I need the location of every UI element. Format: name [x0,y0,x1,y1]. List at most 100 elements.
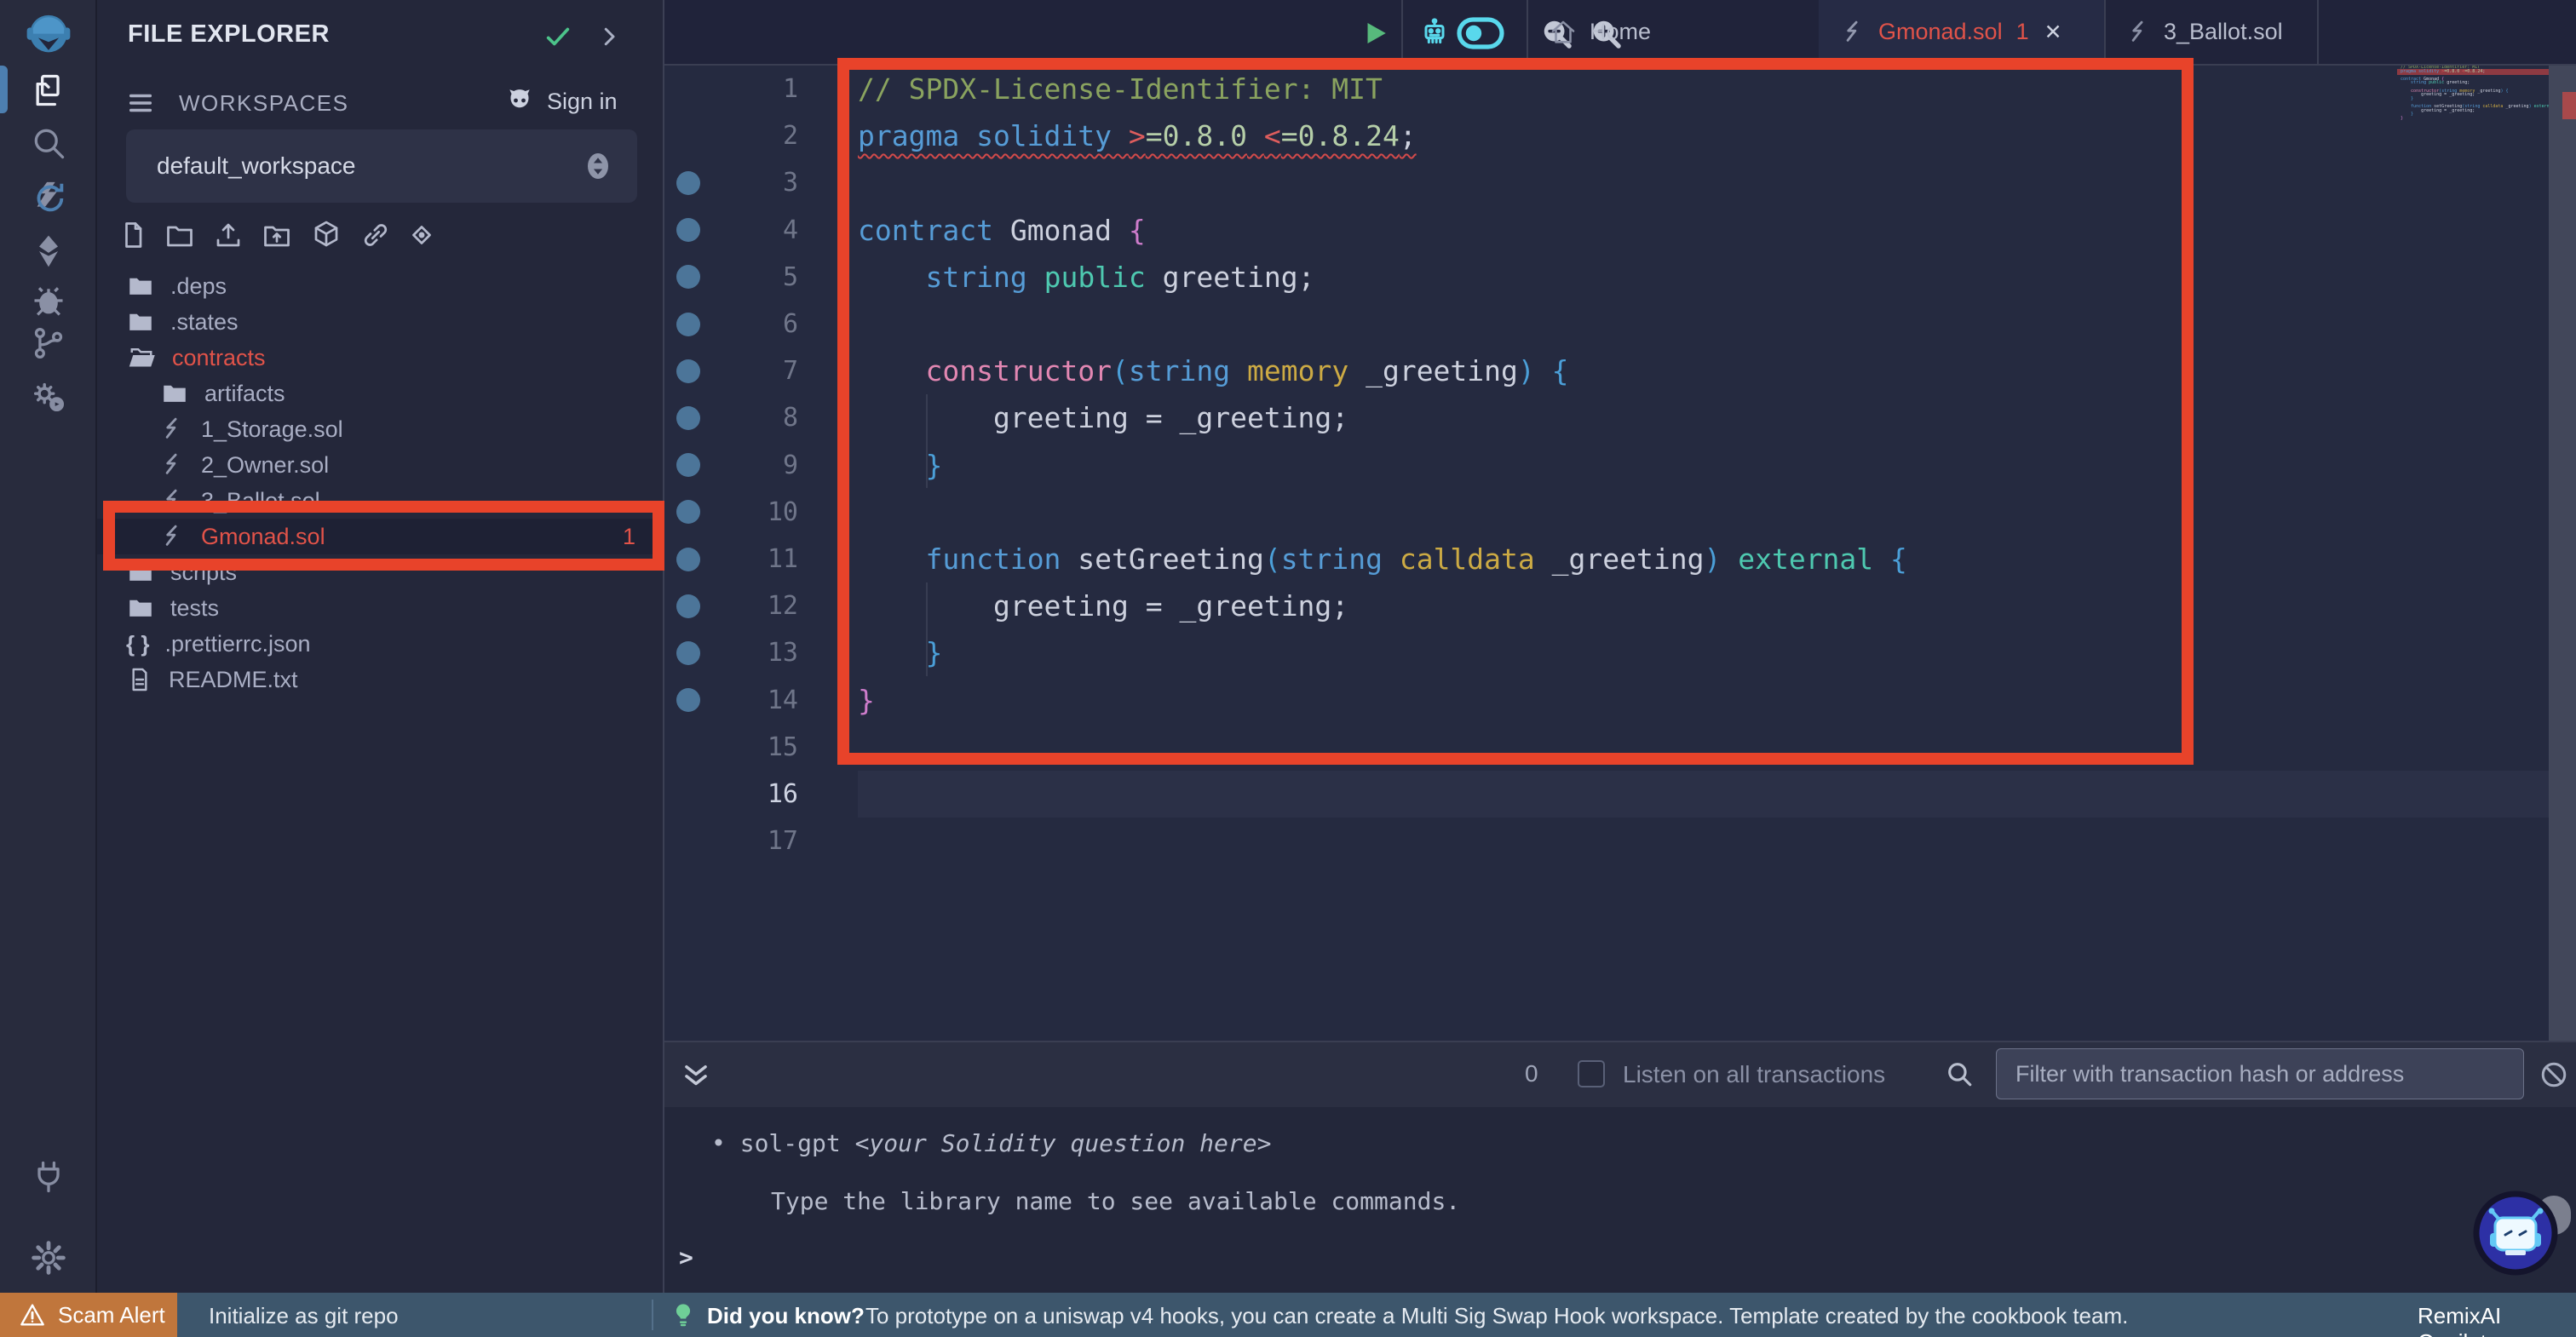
listen-all-checkbox[interactable] [1578,1060,1605,1087]
github-icon[interactable] [504,85,535,116]
code-line-11: function setGreeting(string calldata _gr… [858,536,1907,582]
upload-folder-icon[interactable] [262,220,292,250]
tree-item-contracts[interactable]: contracts [97,340,664,376]
tab-label: 3_Ballot.sol [2164,19,2283,45]
copilot-status[interactable]: RemixAI Copilot (enabled) [2418,1303,2576,1337]
sign-in-button[interactable]: Sign in [547,89,618,115]
new-file-icon[interactable] [118,220,148,250]
clone-git-icon[interactable] [406,220,437,250]
tree-item-.states[interactable]: .states [97,304,664,340]
gutter-dot[interactable] [676,548,700,571]
tree-item-label: artifacts [204,381,285,407]
run-script-button[interactable] [1360,19,1389,48]
tree-item-.deps[interactable]: .deps [97,268,664,304]
line-number[interactable]: 16 [664,771,809,818]
activity-settings[interactable] [0,1239,97,1277]
tab-label: Home [1590,19,1651,45]
line-number[interactable]: 15 [664,724,809,771]
gutter-dot[interactable] [676,218,700,242]
gutter-dot[interactable] [676,171,700,195]
tree-item-Gmonad.sol[interactable]: Gmonad.sol1 [97,519,664,554]
tree-item-tests[interactable]: tests [97,590,664,626]
tree-item-README.txt[interactable]: README.txt [97,662,664,697]
current-line-highlight [858,771,2549,818]
line-number[interactable]: 2 [664,112,809,159]
tree-item-.prettierrc.json[interactable]: { }.prettierrc.json [97,626,664,662]
tab-3_Ballot.sol[interactable]: 3_Ballot.sol [2104,0,2317,64]
plugin-manager-icon [29,377,68,416]
activity-debugger[interactable] [0,282,97,319]
did-you-know-label: Did you know? [707,1303,865,1329]
file-lines-icon [126,666,153,693]
search-icon [1945,1059,1974,1088]
scrollbar-track[interactable] [2549,66,2576,1041]
code-line-2: pragma solidity >=0.8.0 <=0.8.24; [858,112,1417,159]
code-line-5: string public greeting; [858,254,1314,301]
solidity-compiler-icon [29,179,68,218]
activity-search[interactable] [0,124,97,162]
tree-item-scripts[interactable]: scripts [97,554,664,590]
line-number[interactable]: 17 [664,818,809,864]
copilot-toggle[interactable] [1457,17,1504,49]
tree-item-artifacts[interactable]: artifacts [97,376,664,411]
publish-ipfs-icon[interactable] [311,220,342,250]
line-number[interactable]: 1 [664,66,809,112]
close-tab-icon[interactable]: ✕ [2044,20,2062,45]
statusbar-separator [652,1300,653,1330]
tree-item-label: Gmonad.sol [201,524,325,550]
transaction-filter-input[interactable] [1996,1048,2524,1099]
tree-item-3_Ballot.sol[interactable]: 3_Ballot.sol [97,483,664,519]
terminal-output[interactable]: • sol-gpt <your Solidity question here>T… [664,1107,2576,1293]
tab-Gmonad.sol[interactable]: Gmonad.sol1✕ [1819,0,2104,64]
git-init-button[interactable]: Initialize as git repo [209,1303,399,1329]
upload-file-icon[interactable] [213,220,244,250]
indent-guide [926,394,928,488]
activity-solidity-compiler[interactable] [0,179,97,218]
tree-item-label: .prettierrc.json [164,631,310,657]
activity-plugin-manager[interactable] [0,377,97,416]
link-icon[interactable] [360,220,391,250]
new-folder-icon[interactable] [164,220,195,250]
hamburger-menu-icon[interactable] [126,89,155,118]
scrollbar-error-marker [2562,92,2576,119]
remix-ide-window: FILE EXPLORER WORKSPACES Sign in default… [0,0,2576,1337]
indent-guide [926,582,928,676]
tab-Home[interactable]: Home [1527,0,1819,64]
gutter-dot[interactable] [676,406,700,430]
remix-ai-assistant-button[interactable] [2473,1191,2558,1276]
terminal-prompt[interactable]: > [679,1243,693,1271]
workspace-select[interactable]: default_workspace [126,129,637,203]
ban-icon[interactable] [2539,1059,2569,1090]
code-line-13: } [858,629,942,676]
solidity-icon [160,524,186,549]
tree-item-label: contracts [172,345,266,371]
activity-file-explorer[interactable] [0,72,97,109]
gutter-dot[interactable] [676,359,700,383]
gutter-dot[interactable] [676,641,700,665]
activity-plug[interactable] [0,1158,97,1196]
folder-open-icon [126,342,157,373]
status-bar: Scam Alert Initialize as git repo Did yo… [0,1293,2576,1337]
listen-all-label: Listen on all transactions [1623,1061,1885,1088]
ai-robot-icon[interactable] [1417,15,1452,49]
activity-git[interactable] [0,324,97,362]
minimap[interactable]: // SPDX-License-Identifier: MIT pragma s… [2401,66,2549,406]
tree-item-1_Storage.sol[interactable]: 1_Storage.sol [97,411,664,447]
activity-remix-logo[interactable] [0,11,97,60]
check-icon [543,22,572,51]
chevron-right-icon[interactable] [596,24,622,49]
gutter-dot[interactable] [676,688,700,712]
tab-error-badge: 1 [2016,19,2029,45]
folder-icon [126,594,155,623]
gutter-dot[interactable] [676,313,700,336]
collapse-terminal-icon[interactable] [680,1059,712,1092]
remix-logo-icon [24,11,73,60]
scam-alert-badge[interactable]: Scam Alert [0,1293,177,1337]
gutter-dot[interactable] [676,594,700,618]
gutter-dot[interactable] [676,453,700,477]
activity-deploy-run[interactable] [0,232,97,270]
workspace-selected-value: default_workspace [157,152,355,180]
tree-item-2_Owner.sol[interactable]: 2_Owner.sol [97,447,664,483]
solidity-icon [160,416,186,442]
tree-item-label: .states [170,309,239,336]
